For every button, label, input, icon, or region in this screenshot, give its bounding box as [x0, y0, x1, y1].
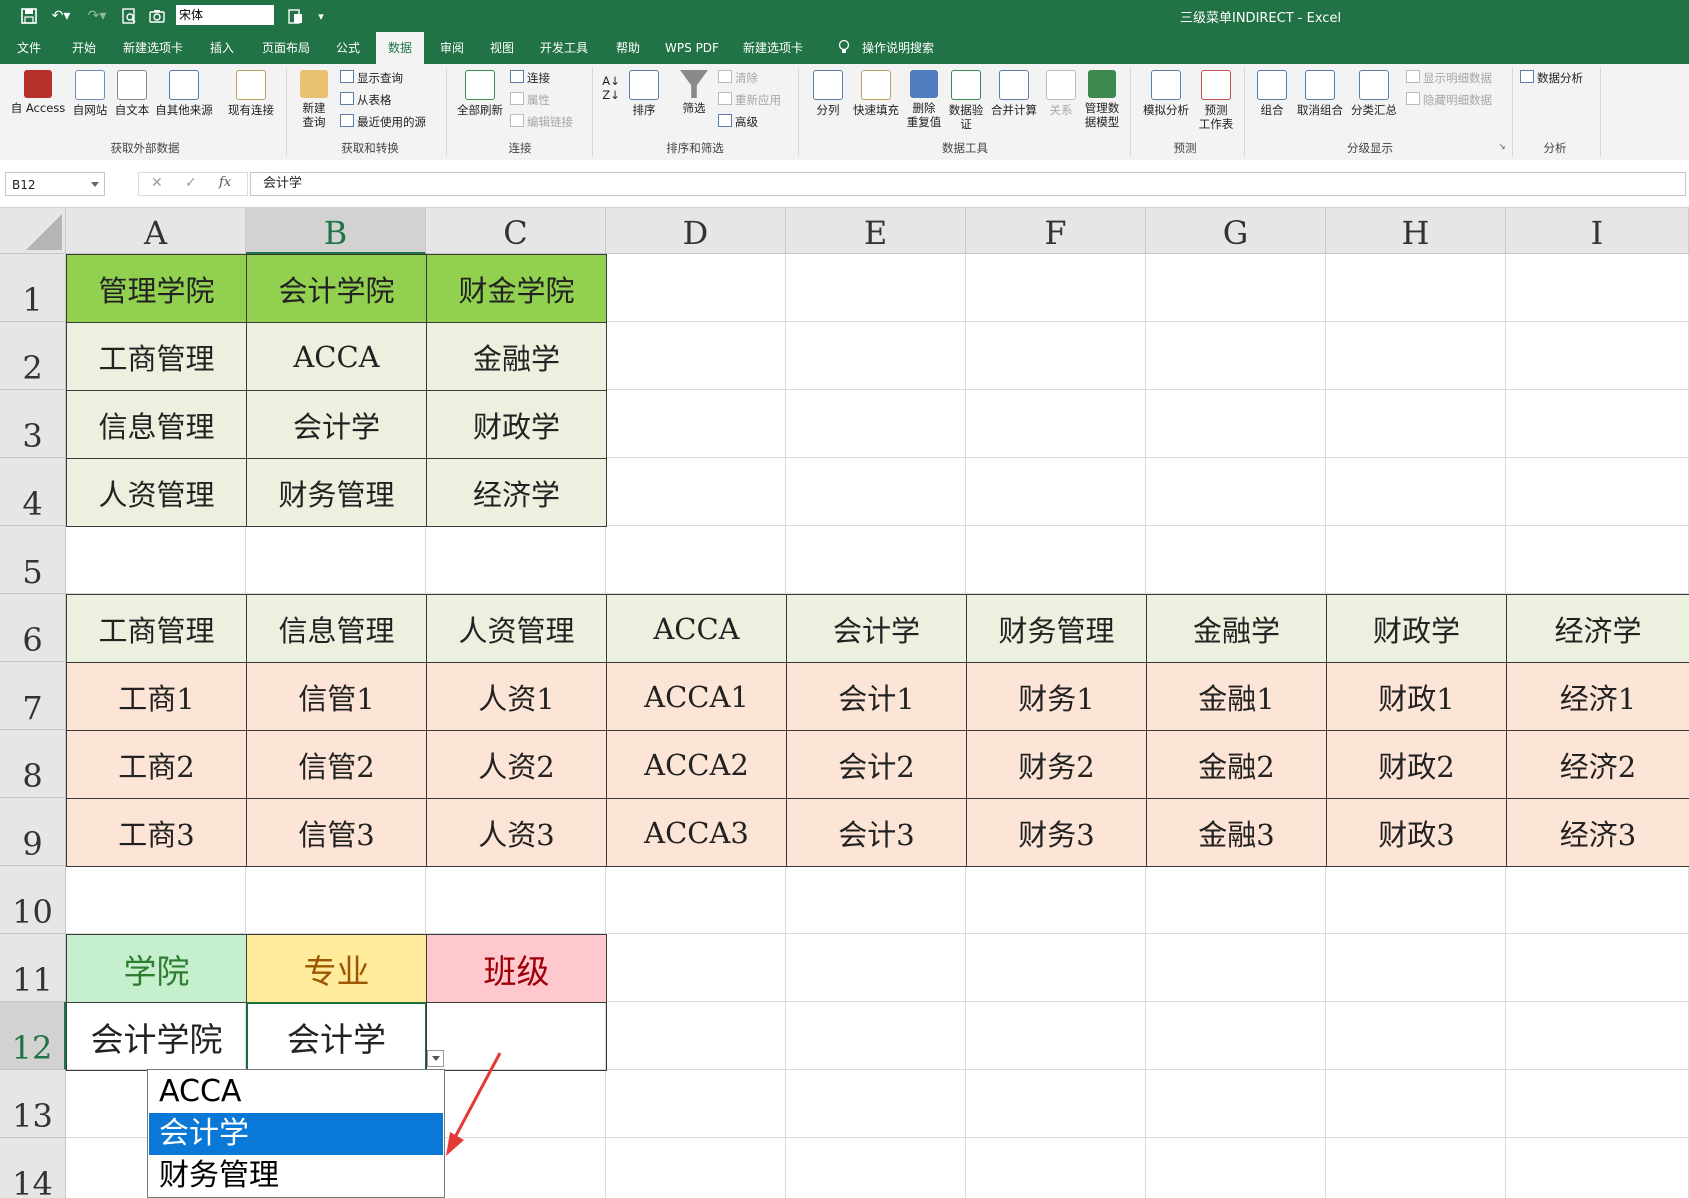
annotation-arrow	[446, 1052, 502, 1156]
